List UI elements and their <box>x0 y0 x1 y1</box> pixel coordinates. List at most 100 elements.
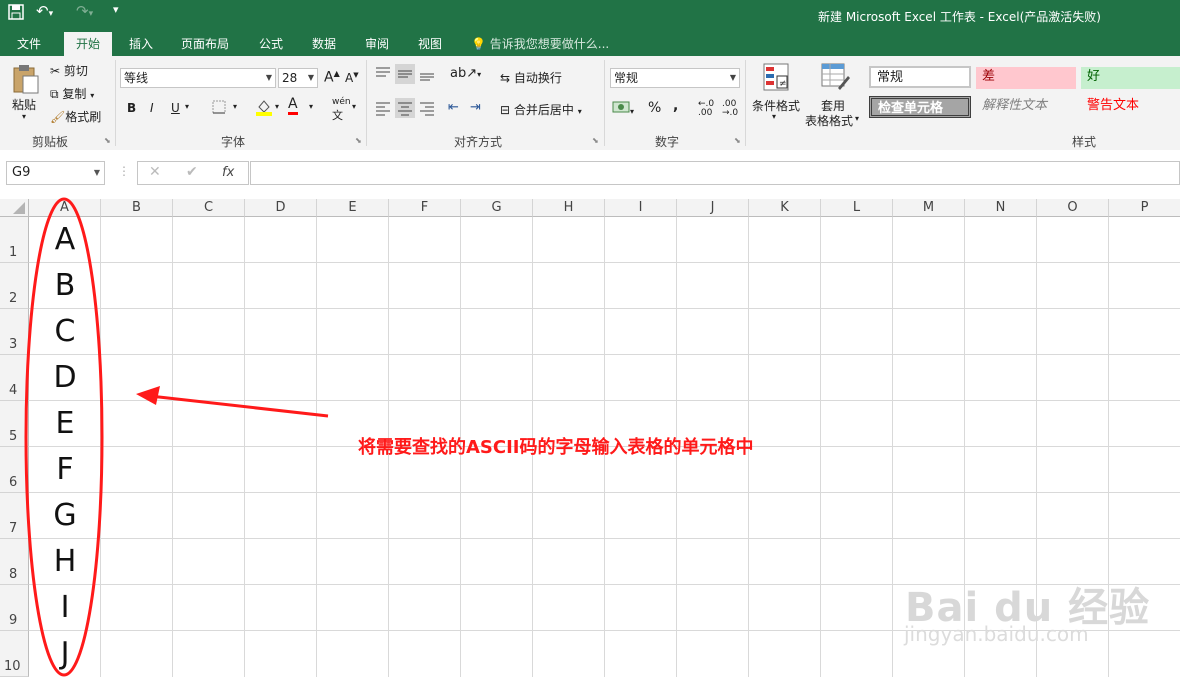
align-right-icon[interactable] <box>418 100 436 119</box>
shrink-font-icon[interactable]: A▼ <box>345 71 359 85</box>
borders-icon[interactable] <box>212 100 226 117</box>
paste-icon[interactable] <box>12 64 40 97</box>
conditional-dropdown-icon[interactable]: ▾ <box>772 112 776 121</box>
style-good[interactable]: 好 <box>1081 67 1180 89</box>
style-normal[interactable]: 常规 <box>869 66 971 88</box>
clipboard-launcher-icon[interactable]: ⬊ <box>104 136 111 145</box>
name-box[interactable]: G9 ▼ <box>6 161 105 185</box>
increase-indent-icon[interactable]: ⇥ <box>470 100 481 115</box>
column-header[interactable]: A <box>29 199 101 217</box>
cell-a3[interactable]: C <box>29 314 101 349</box>
column-header[interactable]: L <box>821 199 893 217</box>
column-header[interactable]: K <box>749 199 821 217</box>
currency-icon[interactable]: ▾ <box>612 100 634 117</box>
select-all-corner[interactable] <box>0 199 29 217</box>
column-header[interactable]: M <box>893 199 965 217</box>
format-as-table-icon[interactable] <box>820 62 850 95</box>
copy-button[interactable]: ⧉ 复制 ▾ <box>50 85 94 102</box>
cell-a4[interactable]: D <box>29 360 101 395</box>
row-header[interactable]: 1 <box>0 217 29 263</box>
table-format-dropdown-icon[interactable]: ▾ <box>855 114 859 123</box>
tab-data[interactable]: 数据 <box>312 35 336 52</box>
formula-input[interactable] <box>250 161 1180 185</box>
row-header[interactable]: 7 <box>0 493 29 539</box>
row-header[interactable]: 2 <box>0 263 29 309</box>
column-header[interactable]: B <box>101 199 173 217</box>
align-bottom-icon[interactable] <box>418 66 436 85</box>
font-name-select[interactable]: 等线 ▼ <box>120 68 276 88</box>
align-top-icon[interactable] <box>374 66 392 85</box>
column-header[interactable]: P <box>1109 199 1180 217</box>
format-painter-button[interactable]: 🖌格式刷 <box>50 108 101 125</box>
column-header[interactable]: G <box>461 199 533 217</box>
underline-dropdown-icon[interactable]: ▾ <box>185 102 189 111</box>
font-size-select[interactable]: 28 ▼ <box>278 68 318 88</box>
align-middle-icon[interactable] <box>395 64 415 84</box>
save-icon[interactable] <box>8 4 24 24</box>
grow-font-icon[interactable]: A▲ <box>324 69 340 86</box>
cell-a2[interactable]: B <box>29 268 101 303</box>
tab-insert[interactable]: 插入 <box>129 35 153 52</box>
percent-button[interactable]: % <box>648 100 661 116</box>
merge-center-button[interactable]: ⊟ 合并后居中 ▾ <box>500 101 582 118</box>
confirm-entry-icon[interactable]: ✔ <box>186 164 198 180</box>
number-launcher-icon[interactable]: ⬊ <box>734 136 741 145</box>
tab-review[interactable]: 审阅 <box>365 35 389 52</box>
tab-file[interactable]: 文件 <box>17 35 41 52</box>
font-color-icon[interactable]: A <box>288 96 298 115</box>
cell-a9[interactable]: I <box>29 590 101 625</box>
wrap-text-button[interactable]: ⇆ 自动换行 <box>500 69 562 86</box>
column-header[interactable]: D <box>245 199 317 217</box>
tab-formulas[interactable]: 公式 <box>259 35 283 52</box>
cell-a7[interactable]: G <box>29 498 101 533</box>
column-header[interactable]: C <box>173 199 245 217</box>
italic-button[interactable]: I <box>150 101 154 115</box>
paste-button[interactable]: 粘贴 <box>12 96 36 113</box>
column-header[interactable]: J <box>677 199 749 217</box>
row-header[interactable]: 4 <box>0 355 29 401</box>
cell-a5[interactable]: E <box>29 406 101 441</box>
paste-dropdown-icon[interactable]: ▾ <box>22 112 26 121</box>
alignment-launcher-icon[interactable]: ⬊ <box>592 136 599 145</box>
phonetic-dropdown-icon[interactable]: ▾ <box>352 102 356 111</box>
tell-me-box[interactable]: 💡 告诉我您想要做什么... <box>471 35 609 52</box>
name-box-dropdown-icon[interactable]: ▼ <box>94 162 100 184</box>
column-header[interactable]: H <box>533 199 605 217</box>
font-launcher-icon[interactable]: ⬊ <box>355 136 362 145</box>
row-header[interactable]: 5 <box>0 401 29 447</box>
row-header[interactable]: 6 <box>0 447 29 493</box>
column-header[interactable]: E <box>317 199 389 217</box>
conditional-formatting-icon[interactable]: ≠ <box>762 62 790 95</box>
column-header[interactable]: F <box>389 199 461 217</box>
cut-button[interactable]: ✂ 剪切 <box>50 62 88 79</box>
fill-color-icon[interactable] <box>255 98 273 119</box>
column-header[interactable]: O <box>1037 199 1109 217</box>
row-header[interactable]: 10 <box>0 631 29 677</box>
column-header[interactable]: N <box>965 199 1037 217</box>
undo-icon[interactable]: ↶▾ <box>36 2 53 20</box>
borders-dropdown-icon[interactable]: ▾ <box>233 102 237 111</box>
row-header[interactable]: 8 <box>0 539 29 585</box>
phonetic-icon[interactable]: wén 文 <box>332 97 351 123</box>
comma-style-button[interactable]: , <box>673 98 678 114</box>
table-format-line2[interactable]: 表格格式 <box>805 112 853 129</box>
orientation-icon[interactable]: ab↗▾ <box>450 66 481 81</box>
cell-a8[interactable]: H <box>29 544 101 579</box>
align-left-icon[interactable] <box>374 100 392 119</box>
style-explanatory[interactable]: 解释性文本 <box>976 96 1076 118</box>
cancel-entry-icon[interactable]: ✕ <box>149 164 161 180</box>
align-center-icon[interactable] <box>395 98 415 118</box>
redo-icon[interactable]: ↷▾ <box>76 2 93 20</box>
tab-view[interactable]: 视图 <box>418 35 442 52</box>
tab-home[interactable]: 开始 <box>64 32 113 56</box>
style-check-cell[interactable]: 检查单元格 <box>869 96 971 118</box>
number-format-select[interactable]: 常规 ▼ <box>610 68 740 88</box>
cell-a1[interactable]: A <box>29 222 101 257</box>
insert-function-button[interactable]: fx <box>222 165 234 180</box>
decrease-decimal-icon[interactable]: .00 →.0 <box>722 100 738 118</box>
font-color-dropdown-icon[interactable]: ▾ <box>309 102 313 111</box>
bold-button[interactable]: B <box>127 101 136 115</box>
cell-a10[interactable]: J <box>29 636 101 671</box>
fill-color-dropdown-icon[interactable]: ▾ <box>275 102 279 111</box>
style-bad[interactable]: 差 <box>976 67 1076 89</box>
